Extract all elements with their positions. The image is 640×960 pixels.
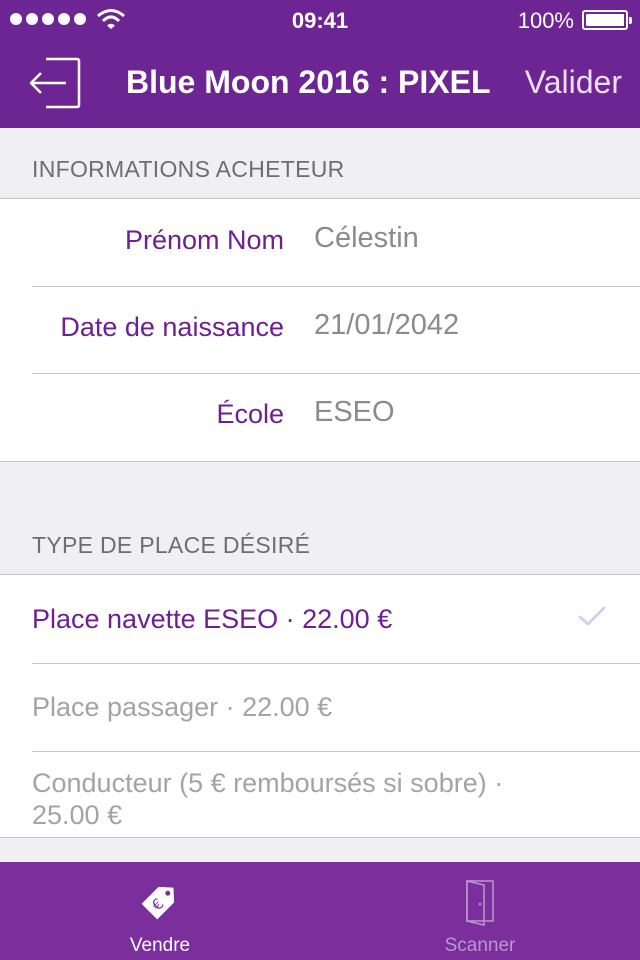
tab-scanner[interactable]: Scanner — [320, 862, 640, 960]
tab-sell[interactable]: € Vendre — [0, 862, 320, 960]
option-shuttle-label: Place navette ESEO · 22.00 € — [32, 604, 393, 634]
logout-icon[interactable] — [28, 56, 84, 110]
school-label: École — [216, 399, 284, 429]
name-row: Prénom Nom Célestin — [0, 199, 640, 286]
birthdate-field[interactable]: 21/01/2042 — [314, 309, 614, 342]
page-title: Blue Moon 2016 : PIXEL — [126, 64, 491, 100]
school-row: École ESEO — [0, 373, 640, 460]
section-header-buyer: INFORMATIONS ACHETEUR — [32, 156, 345, 182]
checkmark-icon — [578, 606, 606, 626]
name-field[interactable]: Célestin — [314, 222, 614, 255]
option-passenger-label: Place passager · 22.00 € — [32, 692, 333, 722]
option-driver[interactable]: Conducteur (5 € remboursés si sobre) · 2… — [0, 751, 640, 839]
navigation-bar: Blue Moon 2016 : PIXEL Valider — [0, 40, 640, 128]
validate-button[interactable]: Valider — [525, 64, 622, 101]
price-tag-icon: € — [141, 886, 175, 920]
door-icon — [466, 880, 494, 926]
section-header-place-type: TYPE DE PLACE DÉSIRÉ — [32, 532, 311, 558]
battery-icon — [582, 10, 632, 30]
tab-scanner-label: Scanner — [444, 935, 516, 956]
option-passenger[interactable]: Place passager · 22.00 € — [0, 663, 640, 751]
name-label: Prénom Nom — [124, 225, 284, 255]
birthdate-label: Date de naissance — [60, 312, 284, 342]
option-driver-label: Conducteur (5 € remboursés si sobre) · 2… — [32, 768, 504, 830]
tab-bar: € Vendre Scanner — [0, 862, 640, 960]
place-type-group: Place navette ESEO · 22.00 € Place passa… — [0, 574, 640, 838]
school-field[interactable]: ESEO — [314, 396, 614, 429]
option-shuttle[interactable]: Place navette ESEO · 22.00 € — [0, 575, 640, 663]
tab-sell-label: Vendre — [129, 935, 191, 956]
status-bar: 09:41 100% — [0, 0, 640, 40]
birthdate-row: Date de naissance 21/01/2042 — [0, 286, 640, 373]
battery-percentage: 100% — [517, 8, 574, 33]
buyer-info-group: Prénom Nom Célestin Date de naissance 21… — [0, 198, 640, 462]
